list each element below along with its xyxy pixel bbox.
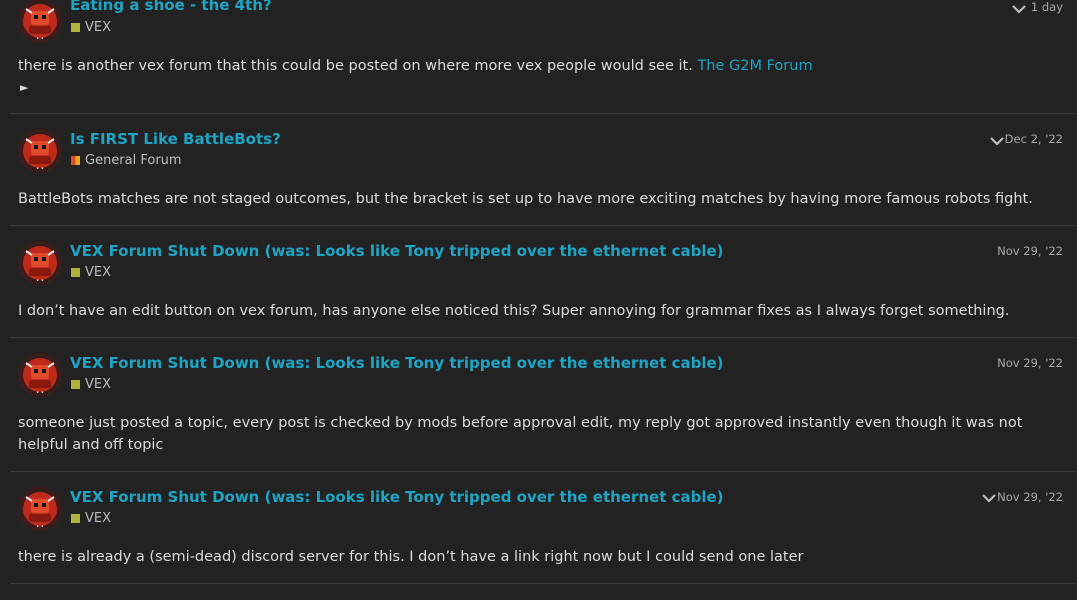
- category-name: General Forum: [85, 153, 182, 168]
- category-badge-icon: [71, 514, 80, 523]
- chevron-down-icon[interactable]: [990, 136, 1004, 146]
- topic-title-link[interactable]: VEX Forum Shut Down (was: Looks like Ton…: [70, 354, 724, 372]
- user-avatar-icon[interactable]: • •: [18, 487, 62, 531]
- svg-text:• •: • •: [36, 36, 44, 42]
- category-badge[interactable]: VEX: [71, 20, 111, 35]
- post-item: • • Is FIRST Like BattleBots? General Fo…: [10, 113, 1077, 226]
- category-name: VEX: [85, 20, 112, 35]
- user-avatar-icon[interactable]: • •: [18, 0, 62, 43]
- category-badge-icon: [71, 380, 80, 389]
- details-toggle[interactable]: ►: [20, 81, 28, 94]
- svg-text:• •: • •: [36, 166, 44, 172]
- category-badge[interactable]: VEX: [71, 511, 111, 526]
- topic-title-link[interactable]: Is FIRST Like BattleBots?: [70, 130, 281, 148]
- svg-text:• •: • •: [36, 278, 44, 284]
- post-excerpt: I don’t have an edit button on vex forum…: [18, 303, 1010, 319]
- post-item: • • VEX Forum Shut Down (was: Looks like…: [10, 226, 1077, 338]
- user-avatar-icon[interactable]: • •: [18, 129, 62, 173]
- user-avatar-icon[interactable]: • •: [18, 353, 62, 397]
- topic-title-link[interactable]: Eating a shoe - the 4th?: [70, 0, 272, 14]
- user-avatar-icon[interactable]: • •: [18, 241, 62, 285]
- post-date: 1 day: [1030, 0, 1063, 14]
- post-excerpt: someone just posted a topic, every post …: [18, 415, 1023, 453]
- svg-text:• •: • •: [36, 390, 44, 396]
- post-item: • • VEX Forum Shut Down (was: Looks like…: [10, 472, 1077, 584]
- chevron-down-icon[interactable]: [1012, 4, 1026, 14]
- post-excerpt-text: there is another vex forum that this cou…: [18, 58, 698, 74]
- post-item: • • VEX Forum Shut Down (was: Looks like…: [10, 338, 1077, 472]
- post-item: • • Eating a shoe - the 4th? VEX 1 day t…: [10, 0, 1077, 114]
- svg-text:• •: • •: [36, 524, 44, 530]
- category-name: VEX: [85, 511, 112, 526]
- topic-title-link[interactable]: VEX Forum Shut Down (was: Looks like Ton…: [70, 242, 724, 260]
- post-date: Nov 29, '22: [997, 356, 1063, 370]
- g2m-forum-link[interactable]: The G2M Forum: [697, 58, 812, 74]
- category-badge[interactable]: VEX: [71, 265, 111, 280]
- post-date: Nov 29, '22: [997, 244, 1063, 258]
- topic-title-link[interactable]: VEX Forum Shut Down (was: Looks like Ton…: [70, 488, 724, 506]
- post-excerpt: BattleBots matches are not staged outcom…: [18, 191, 1033, 207]
- post-date: Nov 29, '22: [997, 490, 1063, 504]
- category-badge-icon: [71, 23, 80, 32]
- category-badge[interactable]: General Forum: [71, 153, 182, 168]
- category-name: VEX: [85, 265, 112, 280]
- post-date: Dec 2, '22: [1004, 132, 1063, 146]
- category-badge-icon: [71, 268, 80, 277]
- post-excerpt: there is already a (semi-dead) discord s…: [18, 549, 804, 565]
- post-excerpt: there is another vex forum that this cou…: [18, 55, 1063, 77]
- category-badge[interactable]: VEX: [71, 377, 111, 392]
- category-badge-icon: [71, 156, 80, 165]
- category-name: VEX: [85, 377, 112, 392]
- chevron-down-icon[interactable]: [982, 493, 996, 503]
